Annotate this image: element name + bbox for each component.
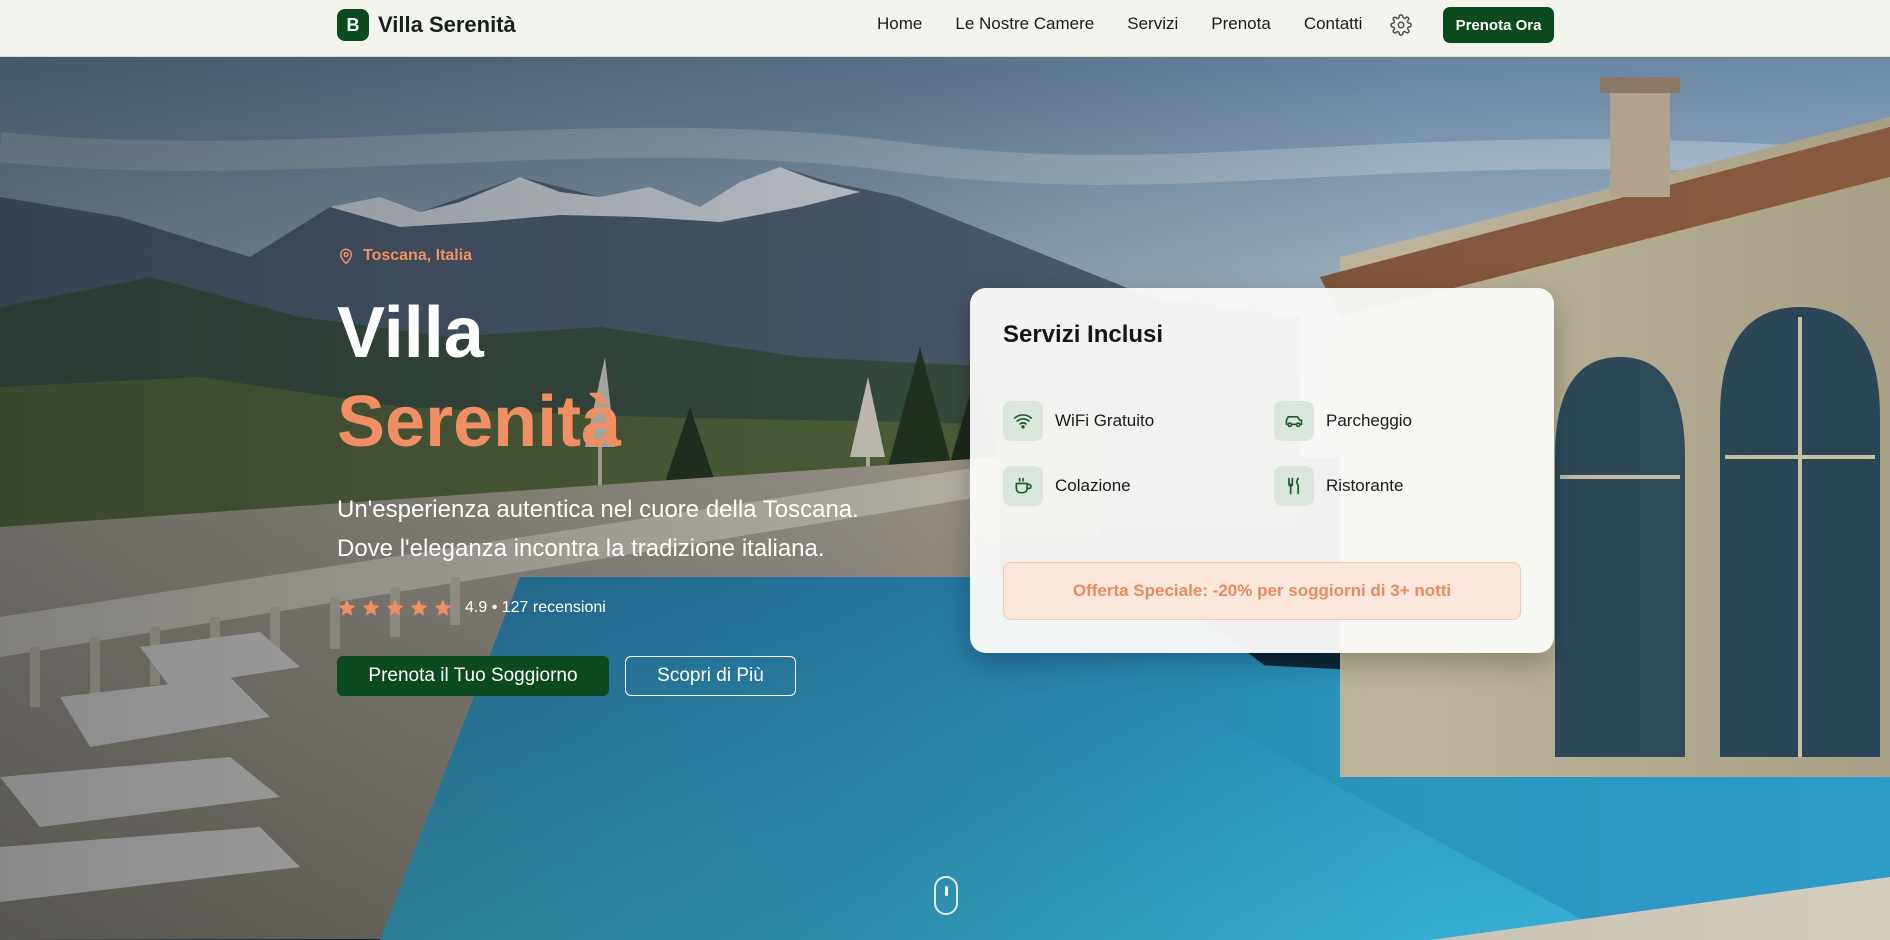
wifi-icon: [1003, 401, 1043, 441]
hero-subtitle: Un'esperienza autentica nel cuore della …: [337, 490, 937, 568]
nav-contacts[interactable]: Contatti: [1304, 14, 1363, 34]
star-icon: [362, 599, 380, 616]
service-label: Ristorante: [1326, 476, 1404, 495]
hero-subtitle-line1: Un'esperienza autentica nel cuore della …: [337, 496, 859, 523]
scroll-dot: [945, 886, 948, 896]
special-offer-banner: Offerta Speciale: -20% per soggiorni di …: [1003, 562, 1521, 620]
star-icon: [410, 599, 428, 616]
services-card: Servizi Inclusi WiFi Gratuito Parcheggio: [970, 288, 1554, 653]
scroll-indicator[interactable]: [934, 876, 958, 915]
star-icon: [338, 599, 356, 616]
car-icon: [1274, 401, 1314, 441]
brand-name: Villa Serenità: [378, 12, 516, 37]
discover-more-button[interactable]: Scopri di Più: [625, 656, 796, 696]
rating: 4.9 • 127 recensioni: [337, 598, 606, 618]
gear-icon[interactable]: [1390, 14, 1412, 36]
hero-overlay: [0, 57, 1890, 940]
coffee-icon: [1003, 466, 1043, 506]
rating-stars: [337, 598, 453, 618]
main-nav: Home Le Nostre Camere Servizi Prenota Co…: [877, 14, 1395, 34]
hero-title-line2: Serenità: [337, 382, 622, 462]
nav-rooms[interactable]: Le Nostre Camere: [955, 14, 1094, 34]
brand-logo[interactable]: B Villa Serenità: [337, 9, 516, 41]
navbar: B Villa Serenità Home Le Nostre Camere S…: [0, 0, 1890, 57]
nav-booking[interactable]: Prenota: [1211, 14, 1271, 34]
book-now-button[interactable]: Prenota Ora: [1443, 7, 1554, 43]
nav-home[interactable]: Home: [877, 14, 922, 34]
star-icon: [386, 599, 404, 616]
star-icon: [434, 599, 452, 616]
book-stay-button[interactable]: Prenota il Tuo Soggiorno: [337, 656, 609, 696]
logo-mark: B: [337, 9, 369, 41]
services-title: Servizi Inclusi: [1003, 321, 1164, 348]
service-wifi: WiFi Gratuito: [1003, 401, 1154, 441]
service-breakfast: Colazione: [1003, 466, 1131, 506]
hero-title-line1: Villa: [337, 293, 484, 373]
nav-services[interactable]: Servizi: [1127, 14, 1178, 34]
rating-text: 4.9 • 127 recensioni: [465, 599, 606, 616]
hero-section: [0, 57, 1890, 940]
utensils-icon: [1274, 466, 1314, 506]
location-label: Toscana, Italia: [363, 247, 473, 264]
service-parking: Parcheggio: [1274, 401, 1412, 441]
service-label: WiFi Gratuito: [1055, 411, 1155, 430]
service-label: Parcheggio: [1326, 411, 1413, 430]
map-pin-icon: [339, 248, 353, 265]
hero-subtitle-line2: Dove l'eleganza incontra la tradizione i…: [337, 535, 825, 562]
service-restaurant: Ristorante: [1274, 466, 1403, 506]
location-tag: Toscana, Italia: [337, 247, 472, 265]
service-label: Colazione: [1055, 476, 1131, 495]
